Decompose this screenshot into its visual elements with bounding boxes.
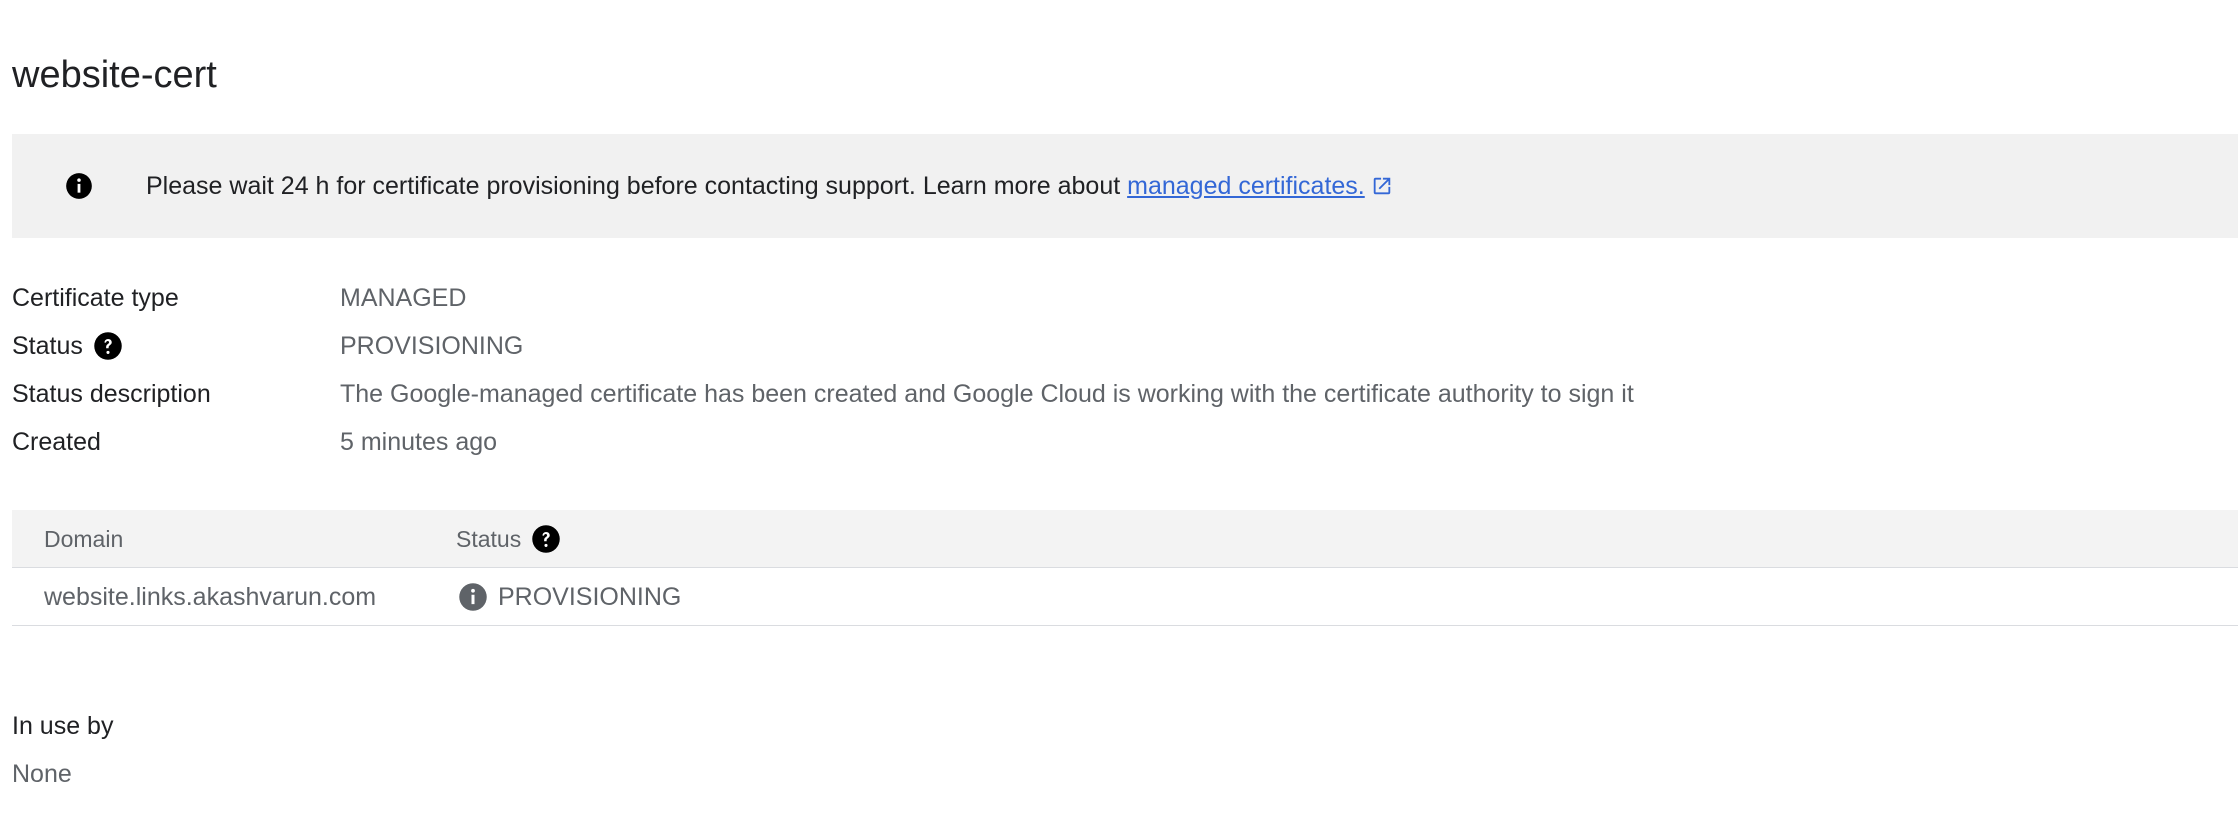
column-header-status[interactable]: Status: [456, 521, 561, 557]
property-status: Status PROVISIONING: [12, 322, 1812, 370]
info-icon: [66, 173, 92, 199]
banner-text: Please wait 24 h for certificate provisi…: [146, 172, 1128, 200]
info-banner: Please wait 24 h for certificate provisi…: [12, 134, 2238, 238]
help-icon[interactable]: [93, 331, 123, 361]
external-link-icon[interactable]: [1371, 175, 1393, 197]
property-value: MANAGED: [340, 284, 467, 312]
certificate-details-page: website-cert Please wait 24 h for certif…: [0, 0, 2238, 840]
in-use-by-label: In use by: [12, 712, 114, 740]
domains-table: Domain Status website.links.akashvarun.c…: [12, 510, 2238, 626]
property-label: Status: [12, 332, 83, 360]
property-label: Certificate type: [12, 284, 179, 312]
property-value: 5 minutes ago: [340, 428, 498, 456]
column-header-status-label: Status: [456, 526, 522, 552]
property-label: Status description: [12, 380, 211, 408]
table-header: Domain Status: [12, 510, 2238, 568]
property-label-wrap: Status: [12, 328, 123, 364]
property-created: Created 5 minutes ago: [12, 418, 1812, 466]
property-certificate-type: Certificate type MANAGED: [12, 274, 1812, 322]
managed-certificates-link[interactable]: managed certificates.: [1127, 172, 1365, 200]
property-label: Created: [12, 428, 101, 456]
property-value: The Google-managed certificate has been …: [340, 380, 1634, 408]
domain-cell: website.links.akashvarun.com: [44, 583, 377, 611]
property-value: PROVISIONING: [340, 332, 524, 360]
table-row: website.links.akashvarun.com PROVISIONIN…: [12, 568, 2238, 626]
in-use-by-value: None: [12, 760, 72, 788]
info-icon: [459, 583, 487, 611]
status-text: PROVISIONING: [498, 583, 682, 611]
help-icon[interactable]: [531, 524, 561, 554]
certificate-properties: Certificate type MANAGED Status PROVISIO…: [12, 274, 1812, 466]
column-header-domain[interactable]: Domain: [44, 521, 123, 557]
banner-message: Please wait 24 h for certificate provisi…: [146, 168, 1393, 204]
page-title: website-cert: [12, 54, 217, 96]
property-status-description: Status description The Google-managed ce…: [12, 370, 1812, 418]
status-cell: PROVISIONING: [458, 579, 681, 615]
